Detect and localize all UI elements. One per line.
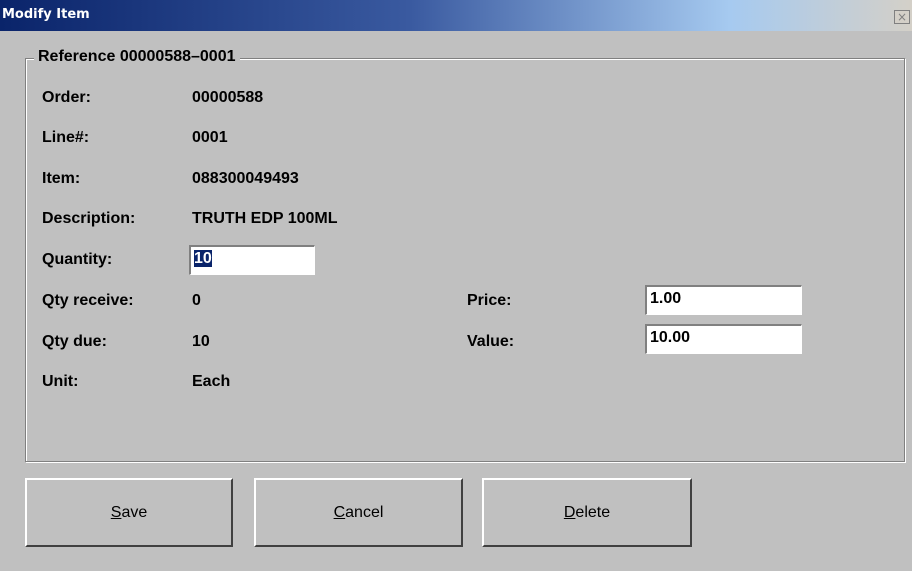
unit-value: Each — [192, 373, 231, 390]
delete-button-accel: D — [563, 503, 576, 521]
description-label: Description: — [42, 210, 136, 227]
save-button[interactable]: Save — [25, 478, 233, 547]
window-title: Modify Item — [2, 7, 90, 22]
modify-item-dialog: Modify Item × Reference 00000588–0001 Or… — [0, 0, 912, 571]
order-label: Order: — [42, 89, 91, 106]
quantity-input[interactable]: 10 — [189, 245, 315, 275]
item-label: Item: — [42, 170, 81, 187]
reference-legend: Reference 00000588–0001 — [34, 48, 240, 66]
cancel-button-label: ancel — [345, 503, 384, 521]
price-label: Price: — [467, 292, 512, 309]
line-value: 0001 — [192, 129, 228, 146]
quantity-input-value: 10 — [194, 250, 212, 267]
qty-receive-label: Qty receive: — [42, 292, 134, 309]
qty-receive-value: 0 — [192, 292, 201, 309]
item-value: 088300049493 — [192, 170, 299, 187]
value-label: Value: — [467, 333, 515, 350]
delete-button[interactable]: Delete — [482, 478, 692, 547]
save-button-accel: S — [110, 503, 122, 521]
price-input[interactable]: 1.00 — [645, 285, 802, 315]
reference-group — [25, 58, 905, 462]
order-value: 00000588 — [192, 89, 264, 106]
description-value: TRUTH EDP 100ML — [192, 210, 338, 227]
cancel-button-accel: C — [333, 503, 346, 521]
save-button-label: ave — [121, 503, 148, 521]
line-label: Line#: — [42, 129, 90, 146]
unit-label: Unit: — [42, 373, 79, 390]
qty-due-value: 10 — [192, 333, 210, 350]
cancel-button[interactable]: Cancel — [254, 478, 463, 547]
value-input[interactable]: 10.00 — [645, 324, 802, 354]
title-bar[interactable]: Modify Item × — [0, 0, 912, 31]
quantity-label: Quantity: — [42, 251, 113, 268]
close-icon[interactable]: × — [894, 10, 910, 24]
delete-button-label: elete — [575, 503, 611, 521]
qty-due-label: Qty due: — [42, 333, 107, 350]
